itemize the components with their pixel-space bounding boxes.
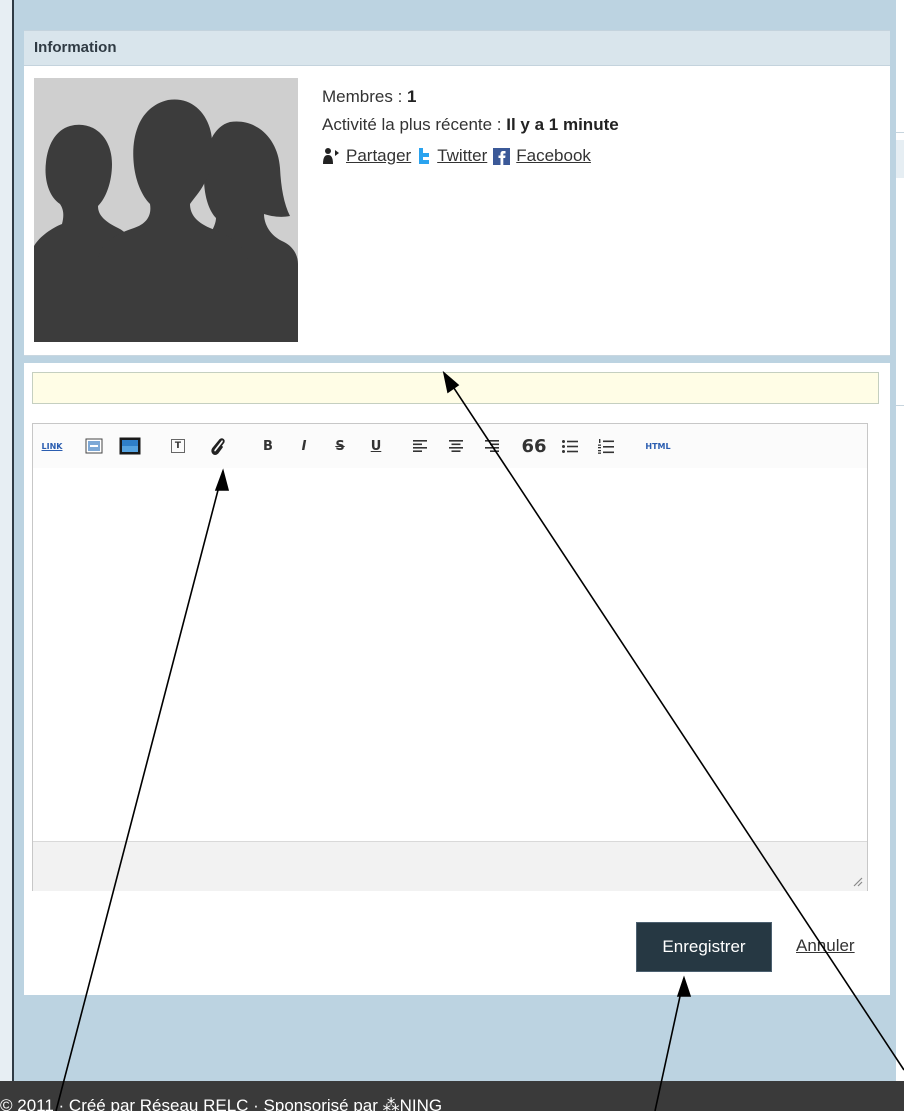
bold-button[interactable]: B bbox=[257, 435, 279, 457]
editor-content-area[interactable] bbox=[33, 468, 867, 841]
footer-text: © 2011 · Créé par Réseau RELC · Sponsori… bbox=[0, 1096, 443, 1111]
insert-image-button[interactable] bbox=[83, 435, 105, 457]
sidebar-divider bbox=[896, 132, 904, 133]
editor-status-bar bbox=[33, 841, 867, 891]
italic-button[interactable]: I bbox=[293, 435, 315, 457]
editor-toolbar: LINK T B I S U 66 HTML bbox=[33, 424, 867, 469]
footer: © 2011 · Créé par Réseau RELC · Sponsori… bbox=[0, 1081, 904, 1111]
blockquote-button[interactable]: 66 bbox=[521, 435, 546, 457]
align-center-icon bbox=[449, 440, 463, 452]
numbered-list-icon bbox=[598, 438, 614, 454]
sidebar-divider bbox=[896, 405, 904, 406]
sidebar-header bbox=[896, 140, 904, 178]
editor-panel: LINK T B I S U 66 HTML Enregistrer Annul… bbox=[24, 363, 890, 995]
share-icon bbox=[323, 148, 339, 164]
cancel-link[interactable]: Annuler bbox=[796, 936, 855, 956]
align-center-button[interactable] bbox=[445, 435, 467, 457]
group-silhouette-icon bbox=[34, 99, 298, 342]
html-mode-button[interactable]: HTML bbox=[643, 435, 673, 457]
card-header: Information bbox=[24, 30, 890, 66]
strikethrough-button[interactable]: S bbox=[329, 435, 351, 457]
group-avatar bbox=[34, 78, 298, 342]
facebook-icon bbox=[493, 147, 511, 165]
underline-button[interactable]: U bbox=[365, 435, 387, 457]
insert-link-button[interactable]: LINK bbox=[41, 435, 63, 457]
insert-video-button[interactable] bbox=[119, 435, 141, 457]
insert-text-box-button[interactable]: T bbox=[171, 439, 185, 453]
facebook-link[interactable]: Facebook bbox=[516, 145, 591, 167]
share-link[interactable]: Partager bbox=[346, 145, 411, 167]
activity-row: Activité la plus récente : Il y a 1 minu… bbox=[322, 114, 619, 142]
attach-file-button[interactable] bbox=[207, 435, 229, 457]
numbered-list-button[interactable] bbox=[595, 435, 617, 457]
save-button[interactable]: Enregistrer bbox=[636, 922, 772, 972]
activity-label: Activité la plus récente : bbox=[322, 115, 507, 134]
group-meta: Membres : 1 Activité la plus récente : I… bbox=[322, 86, 619, 170]
rich-text-editor: LINK T B I S U 66 HTML bbox=[32, 423, 868, 891]
share-row: Partager Twitter Facebook bbox=[322, 142, 619, 170]
members-label: Membres : bbox=[322, 87, 408, 106]
image-icon bbox=[85, 438, 103, 454]
twitter-icon bbox=[419, 148, 430, 164]
video-icon bbox=[119, 437, 141, 455]
paperclip-icon bbox=[211, 438, 225, 455]
card-title: Information bbox=[34, 39, 117, 56]
bulleted-list-icon bbox=[562, 439, 578, 453]
members-count: 1 bbox=[407, 87, 417, 106]
twitter-link[interactable]: Twitter bbox=[437, 145, 487, 167]
members-row: Membres : 1 bbox=[322, 86, 619, 114]
right-sidebar-edge bbox=[896, 0, 904, 1081]
align-right-icon bbox=[485, 440, 499, 452]
resize-grip-icon[interactable] bbox=[851, 875, 863, 887]
left-margin-strip bbox=[0, 0, 12, 1081]
information-card: Information Membres : 1 Activité la plus… bbox=[24, 30, 890, 356]
title-input[interactable] bbox=[32, 372, 879, 404]
align-left-icon bbox=[413, 440, 427, 452]
align-left-button[interactable] bbox=[409, 435, 431, 457]
activity-value: Il y a 1 minute bbox=[506, 115, 619, 134]
align-right-button[interactable] bbox=[481, 435, 503, 457]
bulleted-list-button[interactable] bbox=[559, 435, 581, 457]
